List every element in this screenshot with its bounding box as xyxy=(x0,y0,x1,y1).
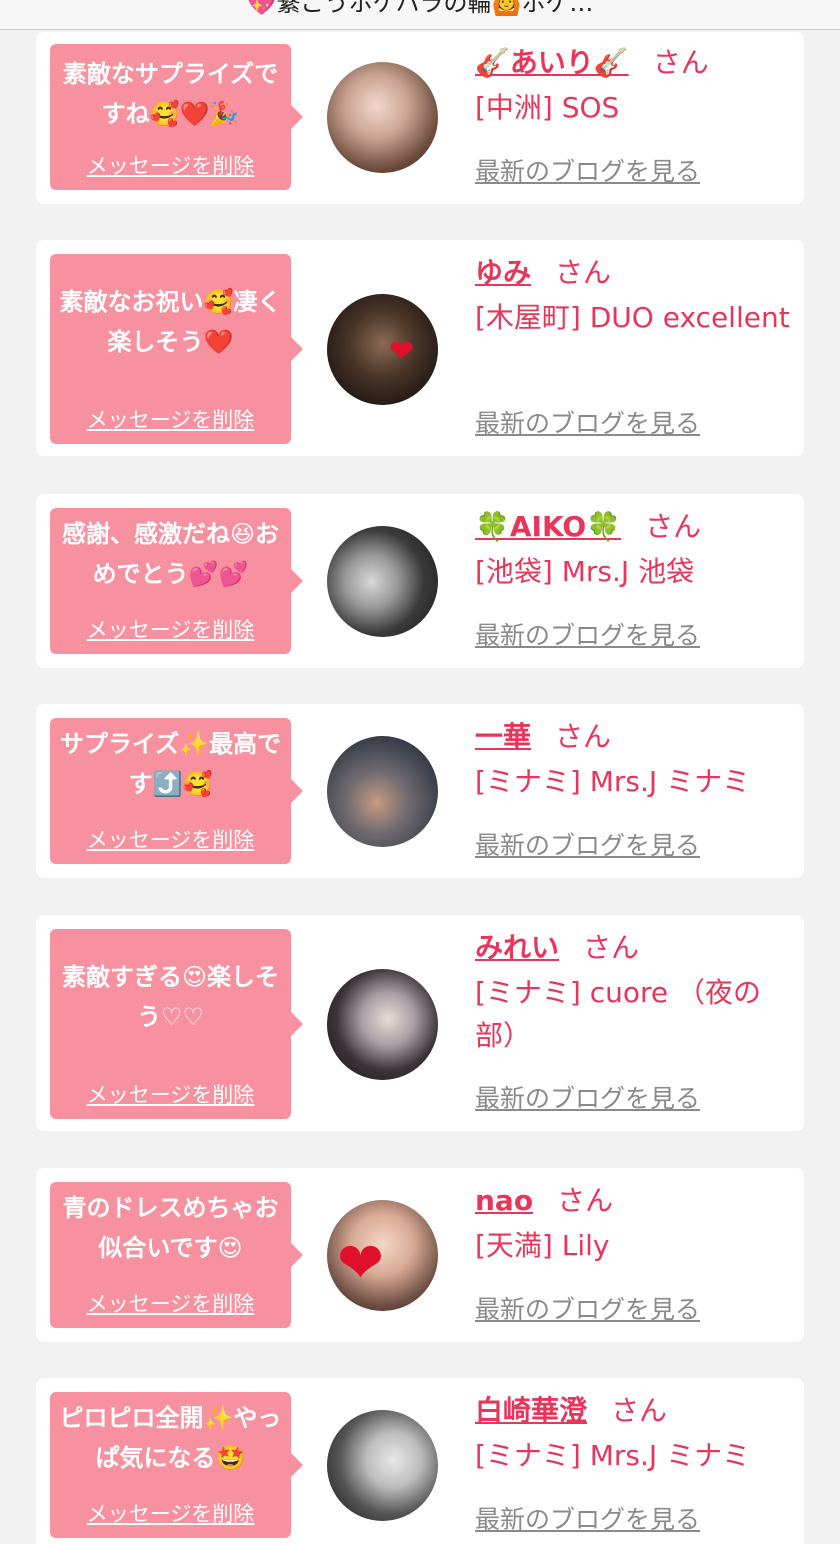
message-card: 素敵すぎる😍楽しそう♡♡ メッセージを削除 みれい さん [ミナミ] cuore … xyxy=(36,915,804,1131)
cast-name-link[interactable]: 🎸あいり🎸 xyxy=(475,46,629,79)
shop-info: [ミナミ] cuore （夜の部） xyxy=(475,976,762,1052)
delete-message-link[interactable]: メッセージを削除 xyxy=(50,1498,291,1528)
shop-info: [木屋町] DUO excellent xyxy=(475,301,790,334)
message-text: 素敵すぎる😍楽しそう♡♡ xyxy=(61,963,280,1031)
name-line: nao さん xyxy=(475,1178,795,1224)
latest-blog-link[interactable]: 最新のブログを見る xyxy=(475,616,700,652)
latest-blog-link[interactable]: 最新のブログを見る xyxy=(475,1500,700,1536)
cast-info: 一華 さん [ミナミ] Mrs.J ミナミ 最新のブログを見る xyxy=(475,714,795,860)
shop-info: [中洲] SOS xyxy=(475,91,620,124)
message-card: 感謝、感激だね😆おめでとう💕💕 メッセージを削除 🍀AIKO🍀 さん [池袋] M… xyxy=(36,494,804,668)
delete-message-link[interactable]: メッセージを削除 xyxy=(50,614,291,644)
cast-info: 白崎華澄 さん [ミナミ] Mrs.J ミナミ 最新のブログを見る xyxy=(475,1388,795,1534)
cast-name-link[interactable]: 一華 xyxy=(475,720,531,753)
avatar[interactable] xyxy=(327,1410,438,1521)
cast-info: 🎸あいり🎸 さん [中洲] SOS 最新のブログを見る xyxy=(475,40,795,186)
message-bubble: 青のドレスめちゃお似合いです😍 メッセージを削除 xyxy=(50,1182,303,1328)
delete-message-link[interactable]: メッセージを削除 xyxy=(50,824,291,854)
shop-info: [ミナミ] Mrs.J ミナミ xyxy=(475,765,751,798)
honorific: さん xyxy=(645,510,702,543)
name-line: 🍀AIKO🍀 さん xyxy=(475,504,795,550)
message-card: サプライズ✨最高です⤴️🥰 メッセージを削除 一華 さん [ミナミ] Mrs.J … xyxy=(36,704,804,878)
message-card: 青のドレスめちゃお似合いです😍 メッセージを削除 ❤ nao さん [天満] Li… xyxy=(36,1168,804,1342)
avatar[interactable] xyxy=(327,969,438,1080)
message-text: 素敵なお祝い🥰凄く楽しそう❤️ xyxy=(59,288,282,356)
page-title: 💖繋ごうホケハラの輪🙆ホケ… xyxy=(246,0,594,17)
cast-name-link[interactable]: 白崎華澄 xyxy=(475,1394,587,1427)
shop-info: [天満] Lily xyxy=(475,1229,610,1262)
cast-info: 🍀AIKO🍀 さん [池袋] Mrs.J 池袋 最新のブログを見る xyxy=(475,504,795,650)
name-line: 🎸あいり🎸 さん xyxy=(475,40,795,86)
latest-blog-link[interactable]: 最新のブログを見る xyxy=(475,1079,700,1115)
message-bubble: 素敵なサプライズですね🥰❤️🎉 メッセージを削除 xyxy=(50,44,303,190)
message-text: ピロピロ全開✨やっぱ気になる🤩 xyxy=(59,1404,282,1472)
shop-info: [ミナミ] Mrs.J ミナミ xyxy=(475,1439,751,1472)
heart-icon: ❤ xyxy=(389,334,415,369)
browser-title-bar: 💖繋ごうホケハラの輪🙆ホケ… xyxy=(0,0,840,30)
cast-name-link[interactable]: nao xyxy=(475,1184,533,1217)
cast-name-link[interactable]: みれい xyxy=(475,931,559,964)
latest-blog-link[interactable]: 最新のブログを見る xyxy=(475,1290,700,1326)
name-line: 一華 さん xyxy=(475,714,795,760)
honorific: さん xyxy=(555,256,612,289)
cast-info: nao さん [天満] Lily 最新のブログを見る xyxy=(475,1178,795,1324)
name-line: みれい さん xyxy=(475,925,795,971)
honorific: さん xyxy=(652,46,709,79)
heart-icon: ❤ xyxy=(337,1231,384,1296)
message-text: 青のドレスめちゃお似合いです😍 xyxy=(62,1194,279,1262)
honorific: さん xyxy=(611,1394,668,1427)
delete-message-link[interactable]: メッセージを削除 xyxy=(50,1288,291,1318)
honorific: さん xyxy=(555,720,612,753)
name-line: ゆみ さん xyxy=(475,250,795,296)
avatar[interactable] xyxy=(327,62,438,173)
name-line: 白崎華澄 さん xyxy=(475,1388,795,1434)
shop-info: [池袋] Mrs.J 池袋 xyxy=(475,555,695,588)
message-bubble: ピロピロ全開✨やっぱ気になる🤩 メッセージを削除 xyxy=(50,1392,303,1538)
latest-blog-link[interactable]: 最新のブログを見る xyxy=(475,404,700,440)
cast-info: みれい さん [ミナミ] cuore （夜の部） 最新のブログを見る xyxy=(475,925,795,1113)
cast-info: ゆみ さん [木屋町] DUO excellent 最新のブログを見る xyxy=(475,250,795,438)
delete-message-link[interactable]: メッセージを削除 xyxy=(50,404,291,434)
message-text: サプライズ✨最高です⤴️🥰 xyxy=(59,730,282,798)
avatar[interactable]: ❤ xyxy=(327,1200,438,1311)
avatar[interactable] xyxy=(327,526,438,637)
avatar[interactable] xyxy=(327,736,438,847)
latest-blog-link[interactable]: 最新のブログを見る xyxy=(475,152,700,188)
message-bubble: 素敵すぎる😍楽しそう♡♡ メッセージを削除 xyxy=(50,929,303,1119)
honorific: さん xyxy=(557,1184,614,1217)
message-bubble: 感謝、感激だね😆おめでとう💕💕 メッセージを削除 xyxy=(50,508,303,654)
delete-message-link[interactable]: メッセージを削除 xyxy=(50,150,291,180)
message-card: 素敵なサプライズですね🥰❤️🎉 メッセージを削除 🎸あいり🎸 さん [中洲] SO… xyxy=(36,32,804,204)
message-bubble: サプライズ✨最高です⤴️🥰 メッセージを削除 xyxy=(50,718,303,864)
message-card: ピロピロ全開✨やっぱ気になる🤩 メッセージを削除 白崎華澄 さん [ミナミ] Mr… xyxy=(36,1378,804,1544)
avatar[interactable]: ❤ xyxy=(327,294,438,405)
message-text: 素敵なサプライズですね🥰❤️🎉 xyxy=(62,60,279,128)
latest-blog-link[interactable]: 最新のブログを見る xyxy=(475,826,700,862)
message-bubble: 素敵なお祝い🥰凄く楽しそう❤️ メッセージを削除 xyxy=(50,254,303,444)
honorific: さん xyxy=(583,931,640,964)
message-text: 感謝、感激だね😆おめでとう💕💕 xyxy=(61,520,280,588)
message-card: 素敵なお祝い🥰凄く楽しそう❤️ メッセージを削除 ❤ ゆみ さん [木屋町] DU… xyxy=(36,240,804,456)
delete-message-link[interactable]: メッセージを削除 xyxy=(50,1079,291,1109)
cast-name-link[interactable]: ゆみ xyxy=(475,256,531,289)
cast-name-link[interactable]: 🍀AIKO🍀 xyxy=(475,510,621,543)
